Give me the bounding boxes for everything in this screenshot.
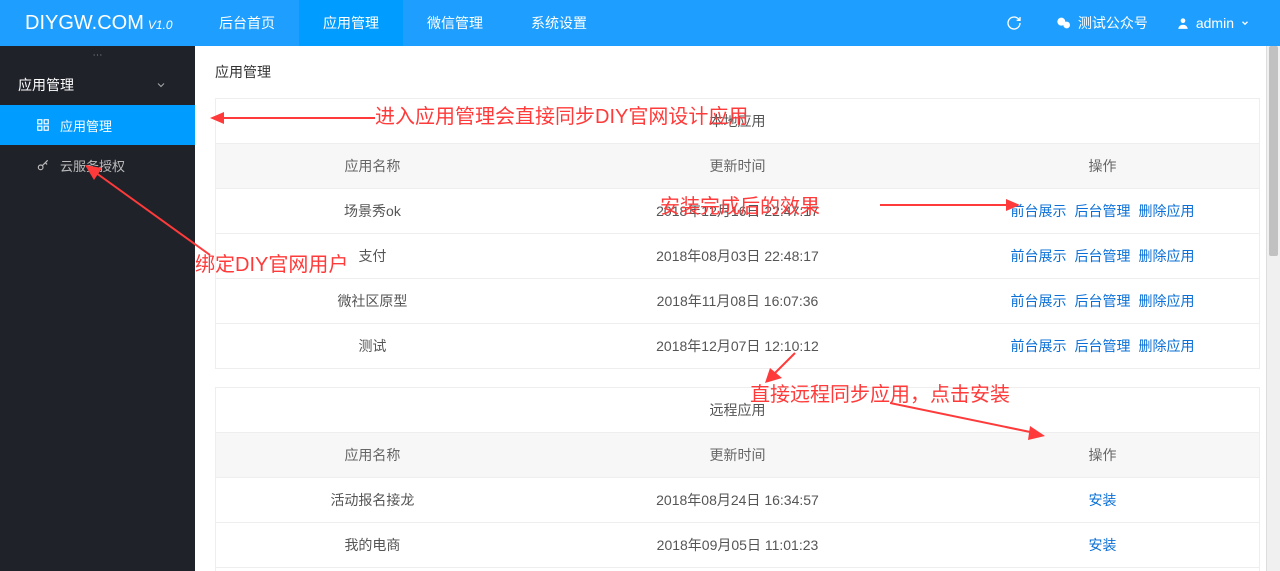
topnav-home[interactable]: 后台首页 xyxy=(195,0,299,46)
cell-time: 2018年08月03日 22:48:17 xyxy=(529,234,946,279)
table-row: 微社区原型2018年11月08日 16:07:36前台展示后台管理删除应用 xyxy=(216,279,1259,324)
sidebar-item-label: 应用管理 xyxy=(60,116,112,135)
sidebar-item-label: 云服务授权 xyxy=(60,156,125,175)
brand-version: V1.0 xyxy=(148,18,173,32)
remote-app-table: 应用名称 更新时间 操作 活动报名接龙2018年08月24日 16:34:57 安… xyxy=(216,433,1259,571)
topnav-right: 测试公众号 admin xyxy=(992,0,1280,46)
cell-time: 2018年12月16日 22:47:17 xyxy=(529,189,946,234)
sidebar-item-cloud-auth[interactable]: 云服务授权 xyxy=(0,145,195,185)
col-ops: 操作 xyxy=(946,144,1259,189)
account-menu[interactable]: 测试公众号 xyxy=(1042,0,1162,46)
remote-app-panel: 远程应用 应用名称 更新时间 操作 活动报名接龙2018年08月24日 16:3… xyxy=(215,387,1260,571)
cell-time: 2018年12月07日 12:10:12 xyxy=(529,324,946,369)
link-front[interactable]: 前台展示 xyxy=(1011,203,1067,219)
cell-time: 2018年11月08日 16:07:36 xyxy=(529,279,946,324)
cell-name: 场景秀ok xyxy=(216,189,529,234)
chevron-down-icon xyxy=(1240,18,1250,28)
link-front[interactable]: 前台展示 xyxy=(1011,248,1067,264)
cell-ops: 安装 xyxy=(946,523,1259,568)
cell-ops: 安装 xyxy=(946,478,1259,523)
col-ops: 操作 xyxy=(946,433,1259,478)
local-app-table: 应用名称 更新时间 操作 场景秀ok2018年12月16日 22:47:17前台… xyxy=(216,144,1259,368)
col-name: 应用名称 xyxy=(216,433,529,478)
remote-panel-title: 远程应用 xyxy=(216,388,1259,433)
topnav-app[interactable]: 应用管理 xyxy=(299,0,403,46)
link-front[interactable]: 前台展示 xyxy=(1011,293,1067,309)
cell-name: 动态数据源 xyxy=(216,568,529,571)
account-label: 测试公众号 xyxy=(1078,13,1148,33)
cell-time: 2018年09月05日 11:01:23 xyxy=(529,523,946,568)
table-row: 动态数据源2017年08月04日 23:57:53安装 xyxy=(216,568,1259,571)
topnav-wechat[interactable]: 微信管理 xyxy=(403,0,507,46)
table-row: 场景秀ok2018年12月16日 22:47:17前台展示后台管理删除应用 xyxy=(216,189,1259,234)
cell-ops: 前台展示后台管理删除应用 xyxy=(946,189,1259,234)
sidebar-group-app[interactable]: 应用管理 xyxy=(0,65,195,105)
table-row: 测试2018年12月07日 12:10:12前台展示后台管理删除应用 xyxy=(216,324,1259,369)
link-admin[interactable]: 后台管理 xyxy=(1075,248,1131,264)
chevron-down-icon xyxy=(155,79,167,91)
cell-time: 2017年08月04日 23:57:53 xyxy=(529,568,946,571)
link-install[interactable]: 安装 xyxy=(1089,537,1117,553)
sidebar-handle[interactable]: ⋯ xyxy=(0,46,195,65)
col-time: 更新时间 xyxy=(529,433,946,478)
refresh-button[interactable] xyxy=(992,0,1042,46)
wechat-icon xyxy=(1056,15,1072,31)
user-menu[interactable]: admin xyxy=(1162,0,1270,46)
local-app-panel: 本地应用 应用名称 更新时间 操作 场景秀ok2018年12月16日 22:47… xyxy=(215,98,1260,369)
scrollbar-thumb[interactable] xyxy=(1269,46,1278,256)
link-admin[interactable]: 后台管理 xyxy=(1075,338,1131,354)
topnav-system[interactable]: 系统设置 xyxy=(507,0,611,46)
cell-ops: 前台展示后台管理删除应用 xyxy=(946,279,1259,324)
key-icon xyxy=(36,158,50,172)
col-time: 更新时间 xyxy=(529,144,946,189)
local-panel-title: 本地应用 xyxy=(216,99,1259,144)
link-delete[interactable]: 删除应用 xyxy=(1139,293,1195,309)
table-row: 活动报名接龙2018年08月24日 16:34:57 安装 xyxy=(216,478,1259,523)
sidebar: ⋯ 应用管理 应用管理 云服务授权 xyxy=(0,46,195,571)
cell-ops: 前台展示后台管理删除应用 xyxy=(946,234,1259,279)
cell-ops: 安装 xyxy=(946,568,1259,571)
table-row: 我的电商2018年09月05日 11:01:23安装 xyxy=(216,523,1259,568)
table-row: 支付2018年08月03日 22:48:17前台展示后台管理删除应用 xyxy=(216,234,1259,279)
brand-name: DIYGW.COM xyxy=(25,12,144,35)
main-content: 应用管理 本地应用 应用名称 更新时间 操作 场景秀ok2018年12月16日 … xyxy=(195,46,1280,571)
link-front[interactable]: 前台展示 xyxy=(1011,338,1067,354)
topbar: DIYGW.COM V1.0 后台首页 应用管理 微信管理 系统设置 测试公众号… xyxy=(0,0,1280,46)
user-icon xyxy=(1176,16,1190,30)
cell-ops: 前台展示后台管理删除应用 xyxy=(946,324,1259,369)
logo[interactable]: DIYGW.COM V1.0 xyxy=(0,12,195,35)
link-delete[interactable]: 删除应用 xyxy=(1139,203,1195,219)
sidebar-group-label: 应用管理 xyxy=(18,75,74,95)
cell-name: 微社区原型 xyxy=(216,279,529,324)
cell-name: 测试 xyxy=(216,324,529,369)
user-label: admin xyxy=(1196,15,1234,31)
cell-name: 支付 xyxy=(216,234,529,279)
grid-icon xyxy=(36,118,50,132)
sidebar-item-app-manage[interactable]: 应用管理 xyxy=(0,105,195,145)
cell-time: 2018年08月24日 16:34:57 xyxy=(529,478,946,523)
cell-name: 我的电商 xyxy=(216,523,529,568)
link-admin[interactable]: 后台管理 xyxy=(1075,203,1131,219)
refresh-icon xyxy=(1006,15,1022,31)
topnav: 后台首页 应用管理 微信管理 系统设置 xyxy=(195,0,611,46)
link-delete[interactable]: 删除应用 xyxy=(1139,248,1195,264)
link-delete[interactable]: 删除应用 xyxy=(1139,338,1195,354)
col-name: 应用名称 xyxy=(216,144,529,189)
scrollbar-track[interactable] xyxy=(1266,46,1280,571)
link-admin[interactable]: 后台管理 xyxy=(1075,293,1131,309)
cell-name: 活动报名接龙 xyxy=(216,478,529,523)
link-install[interactable]: 安装 xyxy=(1089,492,1117,508)
page-title: 应用管理 xyxy=(195,46,1280,98)
